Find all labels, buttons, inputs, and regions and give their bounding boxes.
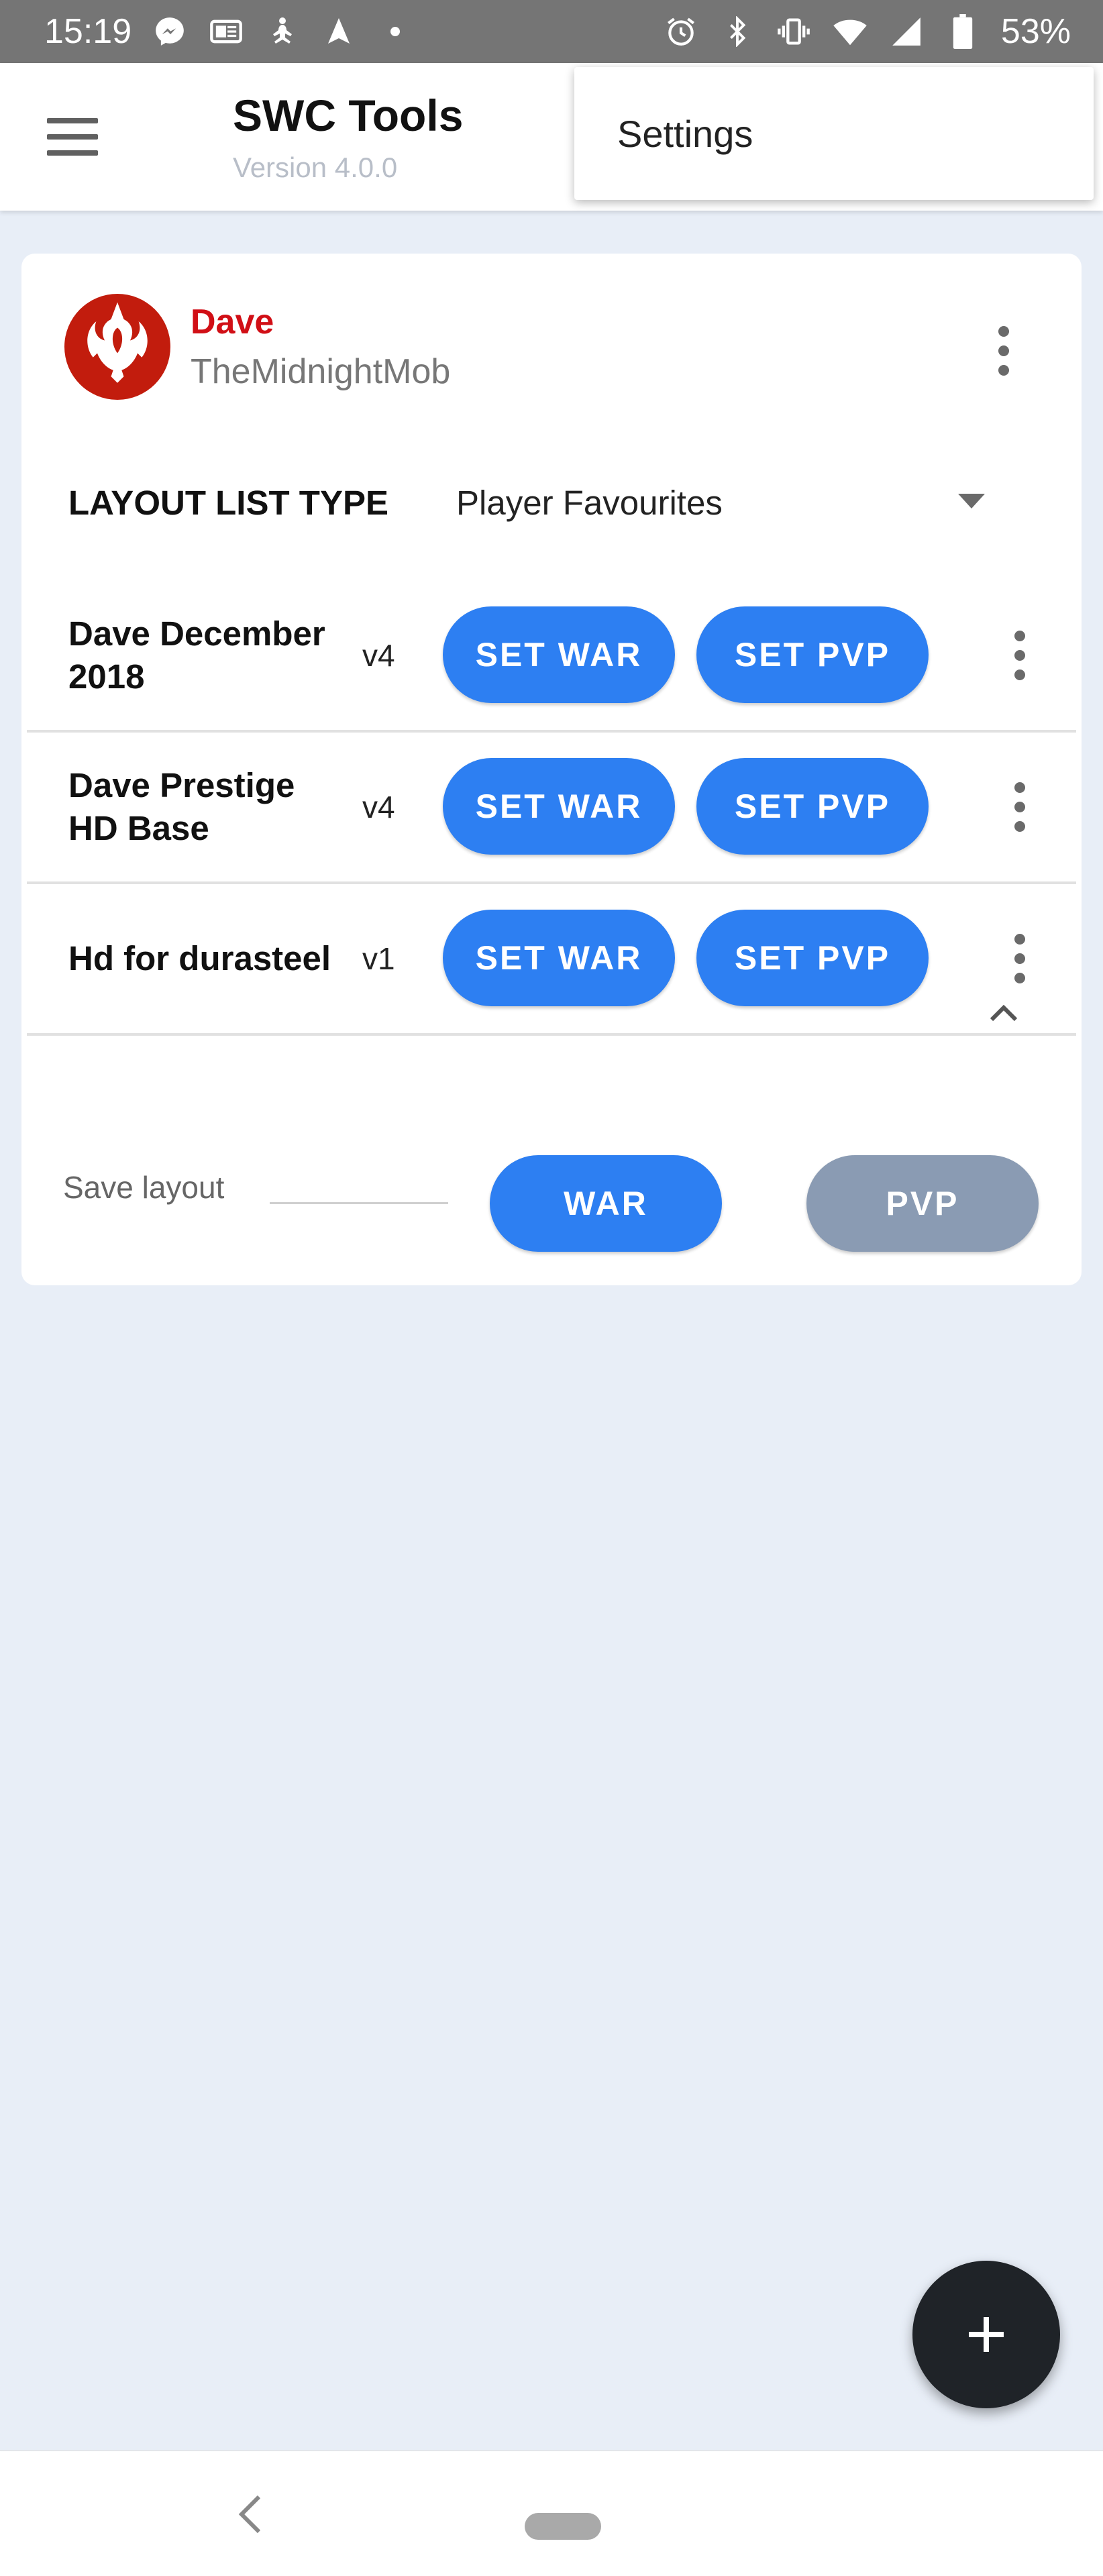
chevron-up-icon[interactable] [989, 998, 1018, 1028]
set-pvp-button[interactable]: SET PVP [696, 758, 929, 855]
set-war-button[interactable]: SET WAR [443, 758, 675, 855]
layout-name: Dave Prestige HD Base [68, 766, 295, 847]
set-war-button[interactable]: SET WAR [443, 606, 675, 703]
messenger-icon [152, 13, 188, 50]
rebel-alliance-icon [64, 294, 170, 400]
app-title: SWC Tools [233, 91, 464, 140]
layout-more-icon[interactable] [1013, 934, 1027, 983]
overflow-menu: Settings [574, 67, 1094, 200]
yoga-icon [264, 13, 301, 50]
home-pill[interactable] [525, 2513, 601, 2540]
wifi-icon [832, 13, 868, 50]
status-bar-left: 15:19 [44, 11, 413, 52]
menu-item-settings[interactable]: Settings [617, 112, 753, 156]
battery-percent: 53% [1000, 12, 1071, 51]
profile-card: Dave TheMidnightMob LAYOUT LIST TYPE Pla… [21, 254, 1082, 1285]
layout-version: v4 [362, 790, 395, 824]
alarm-icon [663, 13, 699, 50]
app-version: Version 4.0.0 [233, 152, 398, 183]
layout-name: Hd for durasteel [68, 939, 331, 977]
user-name: Dave [191, 303, 274, 341]
menu-icon[interactable] [47, 118, 98, 156]
save-war-button[interactable]: WAR [490, 1155, 722, 1252]
set-pvp-button[interactable]: SET PVP [696, 606, 929, 703]
divider [270, 1202, 448, 1204]
status-time: 15:19 [44, 12, 132, 51]
vibrate-icon [776, 13, 812, 50]
plus-icon [969, 2317, 1004, 2352]
layout-list-type-select[interactable]: Player Favourites [456, 483, 723, 523]
navigation-icon [321, 13, 357, 50]
layout-list-type-label: LAYOUT LIST TYPE [68, 484, 389, 522]
profile-more-icon[interactable] [997, 326, 1010, 376]
layout-row: Hd for durasteel v1 SET WAR SET PVP [27, 884, 1076, 1036]
save-layout-label: Save layout [63, 1170, 225, 1205]
signal-icon [888, 13, 925, 50]
layout-version: v4 [362, 638, 395, 673]
outlook-icon [208, 13, 244, 50]
dropdown-arrow-icon[interactable] [958, 494, 985, 508]
back-icon[interactable] [232, 2493, 270, 2536]
layout-version: v1 [362, 941, 395, 976]
add-layout-button[interactable] [912, 2261, 1060, 2408]
layout-name: Dave December 2018 [68, 614, 325, 696]
layout-more-icon[interactable] [1013, 782, 1027, 832]
navigation-bar [0, 2450, 1103, 2576]
status-bar: 15:19 53% [0, 0, 1103, 63]
user-guild: TheMidnightMob [191, 352, 451, 391]
layout-row: Dave Prestige HD Base v4 SET WAR SET PVP [27, 733, 1076, 884]
set-pvp-button[interactable]: SET PVP [696, 910, 929, 1006]
set-war-button[interactable]: SET WAR [443, 910, 675, 1006]
battery-icon [945, 13, 981, 50]
layout-row: Dave December 2018 v4 SET WAR SET PVP [27, 581, 1076, 733]
dot-icon [377, 13, 413, 50]
status-bar-right: 53% [663, 11, 1071, 52]
layout-more-icon[interactable] [1013, 631, 1027, 680]
bluetooth-icon [719, 13, 755, 50]
save-pvp-button[interactable]: PVP [806, 1155, 1039, 1252]
